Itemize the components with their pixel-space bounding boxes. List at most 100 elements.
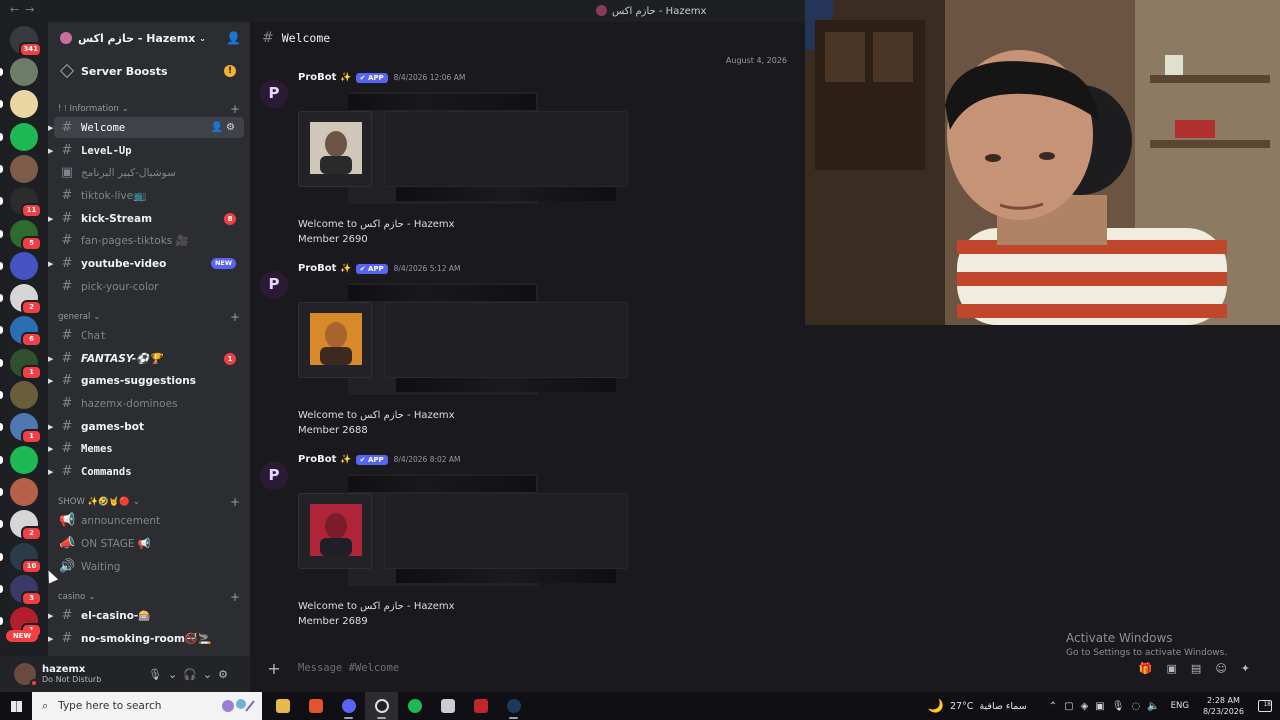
notification-center-icon[interactable]: 18 [1258, 700, 1272, 712]
channel-chat[interactable]: # Chat [54, 325, 244, 346]
channel-welcome[interactable]: ▶ # Welcome 👤⚙ [48, 117, 244, 138]
create-channel-icon[interactable]: + [230, 590, 240, 604]
channel-announcement[interactable]: 📢 announcement [54, 510, 244, 531]
probot-avatar[interactable]: P [260, 80, 288, 108]
message-timestamp[interactable]: 8/4/2026 5:12 AM [394, 264, 461, 273]
gif-icon[interactable]: ▣ [1167, 662, 1191, 675]
channel-tools[interactable]: 👤⚙ [211, 122, 238, 133]
language-indicator[interactable]: ENG [1171, 701, 1189, 711]
network-icon[interactable]: ◈ [1081, 701, 1096, 712]
message[interactable]: P ProBot ✨ ✔ APP 8/4/2026 12:06 AM Welcome to… [250, 72, 805, 252]
channel-level-up[interactable]: ▶ # LeveL-Up [48, 140, 244, 161]
server-icon[interactable]: 11 [0, 187, 42, 219]
windows-start-icon[interactable] [0, 692, 32, 720]
server-icon[interactable]: 2 [0, 284, 42, 316]
server-icon[interactable]: 6 [0, 316, 42, 348]
create-channel-icon[interactable]: + [230, 495, 240, 509]
channel-youtube-video[interactable]: ▶ # youtube-video NEW [48, 253, 244, 274]
obs-icon[interactable] [365, 692, 398, 720]
category-general[interactable]: general ⌄ + [58, 310, 240, 324]
category-show[interactable]: SHOW ✨🤣🤘🔴 ⌄ + [58, 495, 240, 509]
sticker-icon[interactable]: ▤ [1191, 662, 1215, 675]
microphone-icon[interactable]: 🎙 [148, 668, 168, 681]
channel-games-bot[interactable]: ▶ # games-bot [48, 416, 244, 437]
server-icon[interactable] [0, 154, 38, 183]
game-launcher-icon[interactable] [464, 692, 497, 720]
message-timestamp[interactable]: 8/4/2026 8:02 AM [394, 455, 461, 464]
message-author[interactable]: ProBot [298, 72, 336, 83]
channel-memes[interactable]: ▶ # Memes [48, 438, 244, 459]
message-author[interactable]: ProBot [298, 263, 336, 274]
steam-icon[interactable] [497, 692, 530, 720]
avatar[interactable] [14, 663, 38, 687]
composer-placeholder[interactable]: Message #Welcome [298, 662, 399, 674]
server-icon[interactable] [0, 477, 38, 506]
message-author[interactable]: ProBot [298, 454, 336, 465]
server-icon[interactable]: 5 [0, 219, 42, 251]
channel-fan-pages[interactable]: # fan-pages-tiktoks 🎥 [54, 230, 244, 251]
channel-on-stage[interactable]: 📣 ON STAGE 📢 [54, 533, 244, 554]
add-member-icon[interactable]: 👤 [226, 31, 241, 45]
microphone-icon[interactable]: 🎙 [1112, 701, 1132, 712]
message[interactable]: P ProBot ✨ ✔ APP 8/4/2026 8:02 AM Welcome to … [250, 454, 805, 634]
clock[interactable]: 2:28 AM 8/23/2026 [1203, 695, 1244, 717]
channel-kick-stream[interactable]: ▶ # kick-Stream 8 [48, 208, 244, 229]
guild-header[interactable]: حازم اكس - Hazemx ⌄ 👤 [48, 22, 250, 54]
message-timestamp[interactable]: 8/4/2026 12:06 AM [394, 73, 466, 82]
channel-el-casino[interactable]: ▶ # el-casino-🎰 [48, 605, 244, 626]
create-channel-icon[interactable]: + [230, 310, 240, 324]
welcome-card-image[interactable] [298, 92, 628, 208]
message[interactable]: P ProBot ✨ ✔ APP 8/4/2026 5:12 AM Welcome to … [250, 263, 805, 443]
channel-fantasy[interactable]: ▶ # FANTASY-⚽🏆 1 [48, 348, 244, 369]
vpn-shield-icon[interactable] [431, 692, 464, 720]
channel-hazemx-dominoes[interactable]: # hazemx-dominoes [54, 393, 244, 414]
tray-app-icon[interactable]: ▣ [1095, 701, 1111, 712]
file-explorer-icon[interactable] [266, 692, 299, 720]
channel-suggestions[interactable]: ▣ سوشيال-كبير البرنامج [54, 162, 244, 183]
attach-plus-icon[interactable]: + [260, 659, 288, 678]
spotify-icon[interactable] [398, 692, 431, 720]
volume-icon[interactable]: 🔈 [1147, 701, 1166, 712]
chevron-up-icon[interactable]: ⌃ [1049, 701, 1064, 712]
gear-icon[interactable]: ⚙ [218, 668, 234, 681]
server-icon[interactable]: 1 [0, 413, 42, 445]
channel-pick-your-color[interactable]: # pick-your-color [54, 276, 244, 297]
discord-icon[interactable] [332, 692, 365, 720]
probot-avatar[interactable]: P [260, 271, 288, 299]
server-boosts-row[interactable]: Server Boosts ! [54, 60, 244, 82]
channel-games-suggestions[interactable]: ▶ # games-suggestions [48, 370, 244, 391]
server-icon[interactable]: 1 [0, 348, 42, 380]
channel-no-smoking-room[interactable]: ▶ # no-smoking-room🚭🚬 [48, 628, 244, 649]
wifi-icon[interactable]: ◌ [1131, 701, 1147, 712]
apps-icon[interactable]: ✦ [1241, 662, 1264, 675]
brave-browser-icon[interactable] [299, 692, 332, 720]
direct-messages-icon[interactable]: 341 [10, 26, 42, 57]
welcome-card-image[interactable] [298, 283, 628, 399]
server-icon[interactable] [0, 90, 38, 119]
server-icon[interactable] [0, 58, 38, 86]
server-icon[interactable] [0, 251, 38, 280]
channel-waiting[interactable]: 🔊 Waiting [54, 556, 244, 577]
history-nav[interactable]: ←→ [10, 3, 40, 16]
chevron-down-icon[interactable]: ⌄ [203, 668, 218, 681]
probot-avatar[interactable]: P [260, 462, 288, 490]
tray-icons[interactable]: ⌃▢◈▣🎙◌🔈 [1049, 701, 1167, 712]
headphones-icon[interactable]: 🎧 [183, 668, 203, 681]
taskbar-search[interactable]: ⌕ Type here to search [32, 692, 262, 720]
channel-tiktok-live[interactable]: # tiktok-live📺 [54, 185, 244, 206]
server-icon[interactable] [0, 122, 38, 151]
weather-widget[interactable]: 🌙 27°C سماء صافية [928, 699, 1027, 714]
gift-icon[interactable]: 🎁 [1139, 662, 1167, 675]
category-casino[interactable]: casino ⌄ + [58, 590, 240, 604]
server-icon[interactable] [0, 445, 38, 474]
server-icon[interactable] [0, 381, 38, 409]
tray-app-icon[interactable]: ▢ [1064, 701, 1080, 712]
category-information[interactable]: ! ⁝ Information ⌄ + [58, 102, 240, 116]
server-icon[interactable]: 3 [0, 574, 42, 606]
message-composer[interactable]: + Message #Welcome [260, 652, 795, 684]
server-icon[interactable]: 2 [0, 510, 42, 542]
welcome-card-image[interactable] [298, 474, 628, 590]
emoji-icon[interactable]: ☺ [1215, 662, 1240, 675]
server-icon[interactable]: 10 [0, 542, 42, 574]
channel-commands[interactable]: ▶ # Commands [48, 461, 244, 482]
